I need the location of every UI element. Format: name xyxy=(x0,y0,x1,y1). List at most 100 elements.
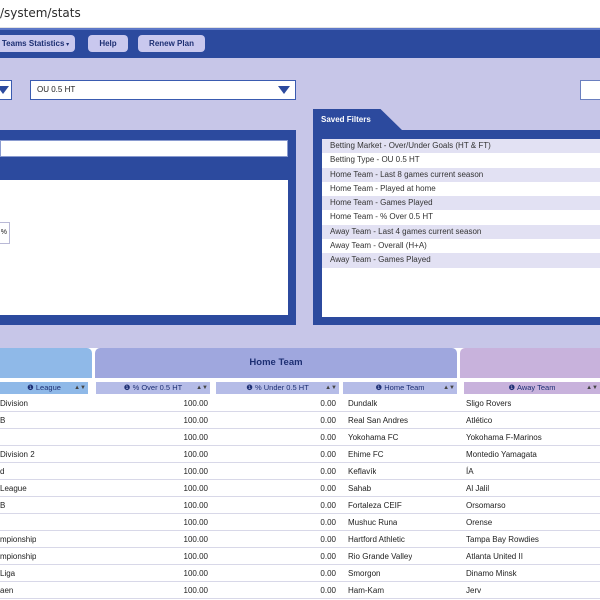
percent-symbol: % xyxy=(0,229,7,236)
cell-away-team: Atlético xyxy=(466,416,493,425)
cell-home-team: Ehime FC xyxy=(348,450,384,459)
cell-home-team: Sahab xyxy=(348,484,372,493)
cell-home-team: Ham-Kam xyxy=(348,586,385,595)
renew-plan-button[interactable]: Renew Plan xyxy=(138,35,205,52)
cell-home-team: Smorgon xyxy=(348,569,381,578)
cell-away-team: Jerv xyxy=(466,586,482,595)
table-row[interactable]: B 100.00 0.00 Fortaleza CEIF Orsomarso xyxy=(0,497,600,514)
column-header-pct-over[interactable]: ❶ % Over 0.5 HT ▲▼ xyxy=(96,382,210,394)
cell-home-team: Mushuc Runa xyxy=(348,518,398,527)
cell-pct-under: 0.00 xyxy=(320,433,336,442)
cell-pct-under: 0.00 xyxy=(320,569,336,578)
cell-pct-under: 0.00 xyxy=(320,399,336,408)
filter-name-input[interactable] xyxy=(0,140,288,157)
saved-filter-item[interactable]: Home Team - Games Played xyxy=(322,196,600,211)
sort-icon: ▲▼ xyxy=(586,385,598,391)
cell-pct-under: 0.00 xyxy=(320,450,336,459)
cell-pct-over: 100.00 xyxy=(183,518,208,527)
table-row[interactable]: Liga 100.00 0.00 Smorgon Dinamo Minsk xyxy=(0,565,600,582)
cell-league: d xyxy=(0,467,5,476)
stats-table: Division 100.00 0.00 Dundalk Sligo Rover… xyxy=(0,395,600,599)
home-team-group-title: Home Team xyxy=(249,357,303,368)
table-row[interactable]: 100.00 0.00 Mushuc Runa Orense xyxy=(0,514,600,531)
cell-pct-over: 100.00 xyxy=(183,569,208,578)
cell-pct-under: 0.00 xyxy=(320,467,336,476)
column-header-home-team-label: Home Team xyxy=(384,383,425,392)
league-group-header xyxy=(0,348,92,378)
cell-pct-over: 100.00 xyxy=(183,501,208,510)
table-row[interactable]: 100.00 0.00 Yokohama FC Yokohama F-Marin… xyxy=(0,429,600,446)
saved-filter-item[interactable]: Betting Market - Over/Under Goals (HT & … xyxy=(322,139,600,154)
sort-icon: ▲▼ xyxy=(74,385,86,391)
league-select[interactable] xyxy=(0,80,12,100)
market-select[interactable]: OU 0.5 HT xyxy=(30,80,296,100)
info-icon: ❶ xyxy=(375,383,385,392)
cell-pct-over: 100.00 xyxy=(183,416,208,425)
cell-away-team: Orsomarso xyxy=(466,501,506,510)
cell-league: Division xyxy=(0,399,29,408)
cell-home-team: Yokohama FC xyxy=(348,433,399,442)
cell-league: League xyxy=(0,484,27,493)
cell-home-team: Rio Grande Valley xyxy=(348,552,413,561)
table-row[interactable]: League 100.00 0.00 Sahab Al Jalil xyxy=(0,480,600,497)
column-header-pct-under-label: % Under 0.5 HT xyxy=(255,383,309,392)
saved-filters-list: Betting Market - Over/Under Goals (HT & … xyxy=(322,139,600,317)
help-button[interactable]: Help xyxy=(88,35,128,52)
sort-icon: ▲▼ xyxy=(196,385,208,391)
saved-filter-item[interactable]: Away Team - Last 4 games current season xyxy=(322,224,600,240)
address-bar[interactable]: /system/stats xyxy=(0,0,600,28)
column-header-league[interactable]: ❶ League ▲▼ xyxy=(0,382,88,394)
cell-away-team: Atlanta United II xyxy=(466,552,523,561)
column-header-pct-under[interactable]: ❶ % Under 0.5 HT ▲▼ xyxy=(216,382,339,394)
dropdown-arrow-icon xyxy=(0,86,9,94)
cell-league: B xyxy=(0,416,6,425)
cell-pct-over: 100.00 xyxy=(183,467,208,476)
cell-home-team: Real San Andres xyxy=(348,416,409,425)
table-row[interactable]: mpionship 100.00 0.00 Hartford Athletic … xyxy=(0,531,600,548)
cell-away-team: Al Jalil xyxy=(466,484,490,493)
saved-filter-item[interactable]: Home Team - % Over 0.5 HT xyxy=(322,210,600,224)
saved-filter-item[interactable]: Home Team - Played at home xyxy=(322,182,600,196)
cell-away-team: Tampa Bay Rowdies xyxy=(466,535,539,544)
renew-plan-label: Renew Plan xyxy=(149,39,194,48)
url-text[interactable]: /system/stats xyxy=(0,6,81,20)
saved-filter-item[interactable]: Away Team - Overall (H+A) xyxy=(322,239,600,253)
cell-pct-under: 0.00 xyxy=(320,552,336,561)
percent-field[interactable]: % xyxy=(0,222,10,244)
table-row[interactable]: aen 100.00 0.00 Ham-Kam Jerv xyxy=(0,582,600,599)
cell-pct-over: 100.00 xyxy=(183,535,208,544)
table-row[interactable]: Division 100.00 0.00 Dundalk Sligo Rover… xyxy=(0,395,600,412)
cell-league: mpionship xyxy=(0,552,37,561)
cell-pct-over: 100.00 xyxy=(183,399,208,408)
table-row[interactable]: Division 2 100.00 0.00 Ehime FC Montedio… xyxy=(0,446,600,463)
cell-pct-over: 100.00 xyxy=(183,484,208,493)
column-header-league-label: League xyxy=(35,383,61,392)
cell-away-team: Yokohama F-Marinos xyxy=(466,433,542,442)
sort-icon: ▲▼ xyxy=(325,385,337,391)
cell-pct-over: 100.00 xyxy=(183,433,208,442)
table-row[interactable]: B 100.00 0.00 Real San Andres Atlético xyxy=(0,412,600,429)
home-team-group-header: Home Team xyxy=(95,348,457,378)
cell-pct-under: 0.00 xyxy=(320,518,336,527)
saved-filters-title: Saved Filters xyxy=(321,115,371,124)
cell-pct-over: 100.00 xyxy=(183,586,208,595)
cell-home-team: Dundalk xyxy=(348,399,378,408)
dropdown-caret-icon: ▾ xyxy=(64,42,70,48)
teams-statistics-label: Teams Statistics xyxy=(1,39,65,48)
market-select-value: OU 0.5 HT xyxy=(37,85,76,94)
saved-filter-item[interactable]: Betting Type - OU 0.5 HT xyxy=(322,153,600,167)
saved-filter-item[interactable]: Home Team - Last 8 games current season xyxy=(322,167,600,182)
table-row[interactable]: d 100.00 0.00 Keflavík ÍA xyxy=(0,463,600,480)
column-header-away-team[interactable]: ❶ Away Team ▲▼ xyxy=(464,382,600,394)
cell-league: Division 2 xyxy=(0,450,35,459)
right-field[interactable] xyxy=(580,80,600,100)
cell-pct-over: 100.00 xyxy=(183,450,208,459)
filter-editor-box: % xyxy=(0,180,288,315)
info-icon: ❶ xyxy=(27,383,36,392)
saved-filter-item[interactable]: Away Team - Games Played xyxy=(322,253,600,268)
dropdown-arrow-icon xyxy=(278,86,290,94)
column-header-home-team[interactable]: ❶ Home Team ▲▼ xyxy=(343,382,457,394)
table-row[interactable]: mpionship 100.00 0.00 Rio Grande Valley … xyxy=(0,548,600,565)
cell-pct-under: 0.00 xyxy=(320,416,336,425)
teams-statistics-menu[interactable]: Teams Statistics ▾ xyxy=(0,35,75,52)
